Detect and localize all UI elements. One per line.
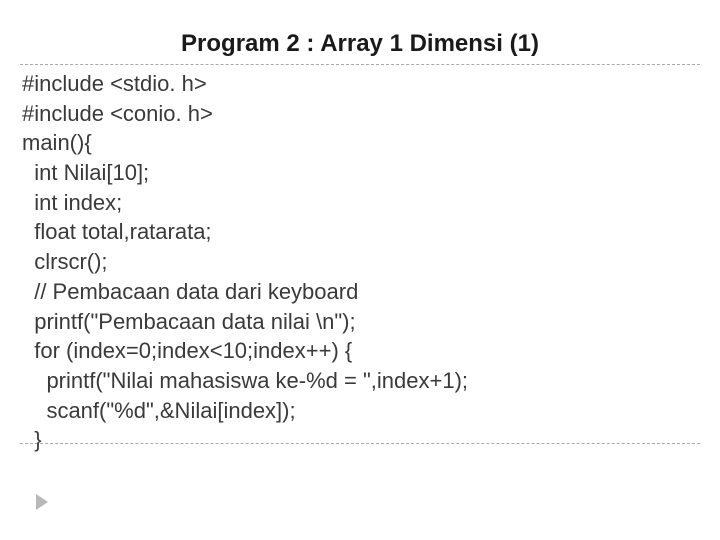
code-line: main(){ [22,128,700,158]
code-block: #include <stdio. h> #include <conio. h> … [20,69,700,455]
code-line: scanf("%d",&Nilai[index]); [22,396,700,426]
code-line: printf("Nilai mahasiswa ke-%d = ",index+… [22,366,700,396]
code-line: #include <conio. h> [22,99,700,129]
code-line: printf("Pembacaan data nilai \n"); [22,307,700,337]
code-line: for (index=0;index<10;index++) { [22,336,700,366]
code-line: } [22,425,700,455]
code-line: clrscr(); [22,247,700,277]
code-line: int index; [22,188,700,218]
code-line: #include <stdio. h> [22,69,700,99]
title-divider-top [20,64,700,65]
code-line: int Nilai[10]; [22,158,700,188]
play-arrow-icon [36,494,48,510]
slide-title: Program 2 : Array 1 Dimensi (1) [20,30,700,58]
code-line: float total,ratarata; [22,217,700,247]
bottom-divider [20,443,700,444]
code-line: // Pembacaan data dari keyboard [22,277,700,307]
